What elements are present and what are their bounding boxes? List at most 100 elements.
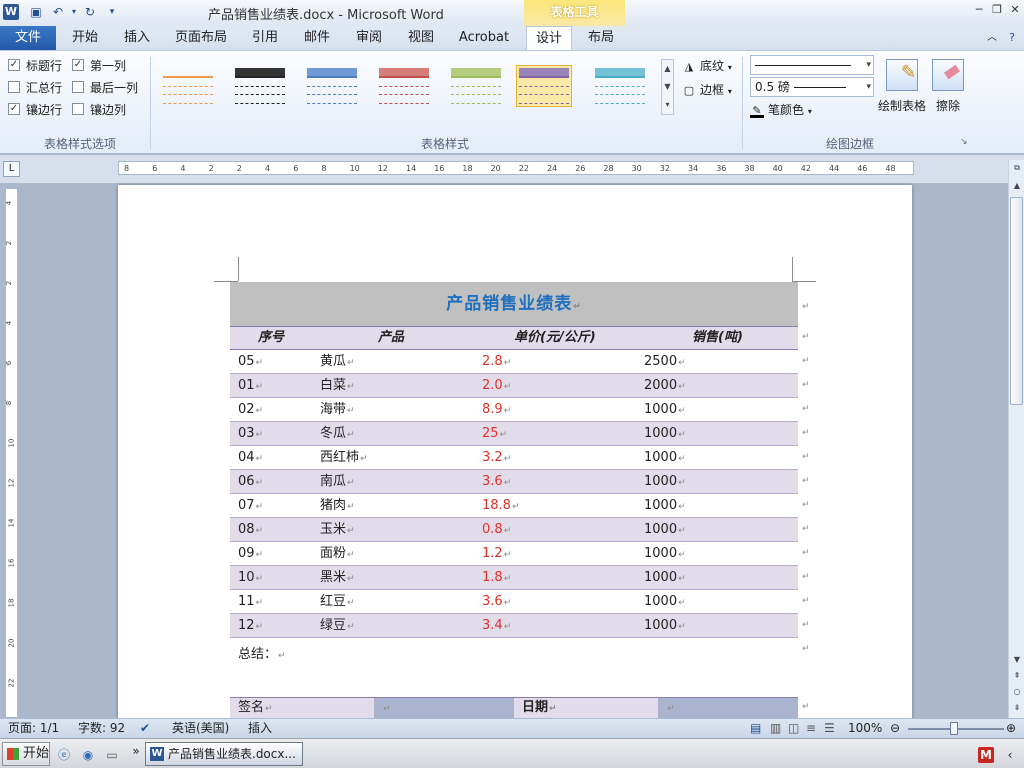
tab-insert[interactable]: 插入 (118, 26, 156, 50)
shading-button[interactable]: ◮ 底纹 ▾ (682, 57, 732, 74)
tab-review[interactable]: 审阅 (350, 26, 388, 50)
scroll-thumb[interactable] (1010, 197, 1023, 405)
last-column-checkbox[interactable] (72, 81, 84, 93)
zoom-slider-knob[interactable] (950, 722, 958, 735)
browser-quicklaunch-icon[interactable]: ◉ (80, 747, 96, 763)
language-indicator[interactable]: 英语(美国) (172, 719, 229, 738)
table-style-orange[interactable] (160, 65, 216, 107)
vertical-ruler[interactable]: 4 2 2 4 6 8 10 12 14 16 18 20 22 (5, 188, 18, 718)
scroll-up-icon[interactable]: ▲ (1011, 180, 1023, 192)
desktop-quicklaunch-icon[interactable]: ▭ (104, 747, 120, 763)
show-hidden-icons-icon[interactable]: ‹ (1002, 747, 1018, 763)
tab-selector-icon[interactable]: L (3, 161, 20, 177)
banded-columns-checkbox[interactable] (72, 103, 84, 115)
header-row-checkbox[interactable]: ✓ (8, 59, 20, 71)
vertical-scrollbar[interactable]: ⧉ ▲ ▼ ⇞ ○ ⇟ (1008, 160, 1024, 718)
tab-view[interactable]: 视图 (402, 26, 440, 50)
date-label-cell[interactable]: 日期↵ (514, 698, 658, 718)
table-row[interactable]: 10↵ 黑米↵ 1.8↵ 1000↵ (230, 566, 798, 590)
tab-home[interactable]: 开始 (66, 26, 104, 50)
tab-file[interactable]: 文件 (0, 26, 56, 50)
help-icon[interactable]: ? (1004, 26, 1020, 50)
more-quicklaunch-icon[interactable]: » (128, 743, 144, 759)
tab-design[interactable]: 设计 (526, 26, 572, 51)
table-row[interactable]: 09↵ 面粉↵ 1.2↵ 1000↵ (230, 542, 798, 566)
horizontal-ruler[interactable]: 8 6 4 2 2 4 6 8 10 12 14 16 18 20 22 24 26 28 30 32 34 36 38 40… (118, 161, 914, 175)
total-row-checkbox[interactable] (8, 81, 20, 93)
zoom-in-icon[interactable]: ⊕ (1006, 719, 1016, 738)
view-ruler-icon[interactable]: ⧉ (1011, 162, 1023, 174)
signature-row[interactable]: 签名↵ ↵ 日期↵ ↵ (230, 698, 798, 718)
close-icon[interactable]: ✕ (1008, 3, 1022, 17)
dialog-launcher-icon[interactable]: ↘ (960, 137, 968, 147)
zoom-out-icon[interactable]: ⊖ (890, 719, 900, 738)
table-style-green[interactable] (448, 65, 504, 107)
table-row[interactable]: 03↵ 冬瓜↵ 25↵ 1000↵ (230, 422, 798, 446)
table-title-cell[interactable]: 产品销售业绩表↵ (230, 282, 798, 326)
tab-page-layout[interactable]: 页面布局 (172, 26, 230, 50)
word-logo-icon[interactable]: W (3, 4, 19, 20)
table-row[interactable]: 07↵ 猪肉↵ 18.8↵ 1000↵ (230, 494, 798, 518)
insert-mode[interactable]: 插入 (248, 719, 272, 738)
word-taskbar-button[interactable]: W 产品销售业绩表.docx... (145, 742, 303, 766)
cell-price-value: 2.0 (482, 378, 503, 393)
document-page[interactable]: 产品销售业绩表↵ ↵ 序号 产品 单价(元/公斤) 销售(吨) ↵ 05↵ 黄瓜↵… (118, 185, 912, 718)
table-row[interactable]: 06↵ 南瓜↵ 3.6↵ 1000↵ (230, 470, 798, 494)
table-style-aqua[interactable] (592, 65, 648, 107)
table-style-purple-selected[interactable] (516, 65, 572, 107)
pen-style-dropdown[interactable]: ▾ (750, 55, 874, 75)
redo-icon[interactable]: ↻ (82, 4, 98, 20)
borders-button[interactable]: ▢ 边框 ▾ (682, 81, 732, 98)
tab-mailings[interactable]: 邮件 (298, 26, 336, 50)
undo-dropdown-icon[interactable]: ▾ (66, 4, 82, 20)
previous-page-icon[interactable]: ⇞ (1011, 670, 1023, 682)
sign-value-cell[interactable]: ↵ (374, 698, 514, 718)
table-row[interactable]: 04↵ 西红柿↵ 3.2↵ 1000↵ (230, 446, 798, 470)
table-row[interactable]: 05↵ 黄瓜↵ 2.8↵ 2500↵ (230, 350, 798, 374)
restore-icon[interactable]: ❐ (990, 3, 1004, 17)
date-value-cell[interactable]: ↵ (658, 698, 798, 718)
table-row[interactable]: 12↵ 绿豆↵ 3.4↵ 1000↵ (230, 614, 798, 638)
table-row[interactable]: 01↵ 白菜↵ 2.0↵ 2000↵ (230, 374, 798, 398)
minimize-icon[interactable]: ─ (972, 3, 986, 17)
zoom-level[interactable]: 100% (848, 719, 882, 738)
pen-color-button[interactable]: ✎ 笔颜色 ▾ (750, 101, 812, 118)
sign-label-cell[interactable]: 签名↵ (230, 698, 374, 718)
customize-qat-icon[interactable]: ▾ (104, 4, 120, 20)
tab-layout[interactable]: 布局 (582, 26, 620, 50)
summary-cell[interactable]: 总结：↵ (230, 638, 798, 698)
proofing-icon[interactable]: ✔ (140, 719, 150, 738)
eraser-button[interactable]: 擦除 (918, 59, 978, 114)
table-row[interactable]: 11↵ 红豆↵ 3.6↵ 1000↵ (230, 590, 798, 614)
first-column-checkbox[interactable]: ✓ (72, 59, 84, 71)
ie-quicklaunch-icon[interactable]: ⓔ (56, 747, 72, 763)
draft-view-icon[interactable]: ☰ (824, 719, 835, 738)
outline-view-icon[interactable]: ≡ (806, 719, 816, 738)
page-count[interactable]: 页面: 1/1 (8, 719, 59, 738)
gallery-scroll[interactable]: ▲ ▼ ▾ (661, 59, 674, 115)
ruler-tick-label: 26 (575, 164, 586, 173)
table-row[interactable]: 02↵ 海带↵ 8.9↵ 1000↵ (230, 398, 798, 422)
print-layout-view-icon[interactable]: ▤ (750, 719, 761, 738)
save-icon[interactable]: ▣ (28, 4, 44, 20)
select-browse-object-icon[interactable]: ○ (1011, 686, 1023, 698)
table-row[interactable]: 08↵ 玉米↵ 0.8↵ 1000↵ (230, 518, 798, 542)
next-page-icon[interactable]: ⇟ (1011, 702, 1023, 714)
tab-acrobat[interactable]: Acrobat (456, 26, 512, 50)
header-id: 序号 (258, 330, 285, 345)
collapse-ribbon-icon[interactable]: ︿ (984, 26, 1000, 50)
table-style-red[interactable] (376, 65, 432, 107)
web-layout-icon[interactable]: ◫ (788, 719, 799, 738)
tab-references[interactable]: 引用 (246, 26, 284, 50)
full-screen-reading-icon[interactable]: ▥ (770, 719, 781, 738)
banded-rows-checkbox[interactable]: ✓ (8, 103, 20, 115)
undo-icon[interactable]: ↶ (50, 4, 66, 20)
scroll-down-icon[interactable]: ▼ (1011, 654, 1023, 666)
tray-app-icon[interactable]: M (978, 747, 994, 763)
table-header-row[interactable]: 序号 产品 单价(元/公斤) 销售(吨) (230, 326, 798, 350)
start-button[interactable]: 开始 (2, 742, 50, 766)
table-style-blue[interactable] (304, 65, 360, 107)
pen-weight-dropdown[interactable]: 0.5 磅 ▾ (750, 77, 874, 97)
word-count[interactable]: 字数: 92 (78, 719, 125, 738)
table-style-black[interactable] (232, 65, 288, 107)
